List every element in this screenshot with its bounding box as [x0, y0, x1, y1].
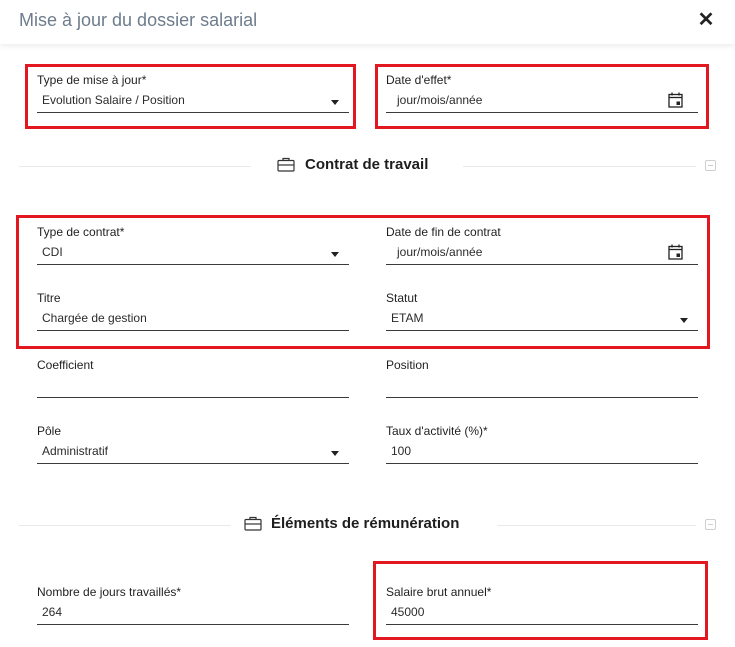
position-input[interactable] [386, 374, 698, 398]
dialog-header: Mise à jour du dossier salarial ✕ [0, 0, 735, 44]
section-contrat-de-travail: Contrat de travail [19, 151, 716, 181]
highlight-effective-date [375, 64, 709, 129]
taux-label: Taux d'activité (%)* [386, 424, 488, 438]
section-title: Contrat de travail [305, 156, 429, 173]
taux-input[interactable]: 100 [386, 440, 698, 464]
position-label: Position [386, 358, 429, 372]
collapse-icon[interactable] [705, 160, 716, 171]
briefcase-icon [244, 516, 262, 531]
section-divider [497, 525, 696, 526]
section-divider [19, 166, 251, 167]
highlight-update-type [25, 64, 356, 129]
section-title: Éléments de rémunération [271, 515, 460, 532]
section-divider [19, 525, 231, 526]
briefcase-icon [277, 157, 295, 172]
coefficient-label: Coefficient [37, 358, 94, 372]
dialog-title: Mise à jour du dossier salarial [19, 10, 258, 30]
coefficient-input[interactable] [37, 374, 349, 398]
jours-label: Nombre de jours travaillés* [37, 585, 182, 599]
taux-value: 100 [391, 444, 412, 458]
highlight-salaire [373, 561, 708, 640]
close-icon[interactable]: ✕ [696, 9, 716, 31]
jours-value: 264 [42, 605, 63, 619]
pole-select[interactable]: Administratif [37, 440, 349, 464]
section-divider [463, 166, 696, 167]
chevron-down-icon [331, 451, 339, 456]
jours-input[interactable]: 264 [37, 601, 349, 625]
section-elements-de-remuneration: Éléments de rémunération [19, 510, 716, 540]
pole-value: Administratif [42, 444, 109, 458]
pole-label: Pôle [37, 424, 62, 438]
highlight-contract-block [16, 215, 710, 349]
collapse-icon[interactable] [705, 519, 716, 530]
